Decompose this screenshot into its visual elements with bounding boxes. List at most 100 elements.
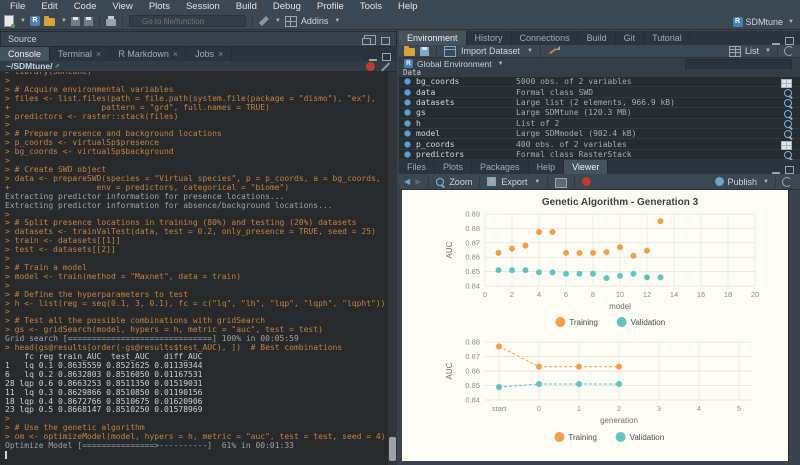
- list-view-icon[interactable]: [729, 46, 741, 57]
- stop-icon[interactable]: [366, 62, 375, 71]
- console-scrollbar[interactable]: [388, 72, 397, 465]
- clear-objects-icon[interactable]: [548, 45, 560, 57]
- export-button[interactable]: Export: [501, 177, 527, 187]
- refresh-plots-icon[interactable]: [782, 177, 792, 187]
- console-output[interactable]: > library(SDMtune)>> # Acquire environme…: [0, 72, 397, 465]
- console-tab-terminal[interactable]: Terminal×: [50, 47, 110, 61]
- refresh-icon[interactable]: [784, 46, 794, 56]
- files-tab-plots[interactable]: Plots: [435, 160, 472, 174]
- menu-item-tools[interactable]: Tools: [352, 0, 390, 13]
- import-dataset-icon[interactable]: [444, 46, 456, 57]
- close-icon[interactable]: ×: [96, 49, 101, 59]
- maximize-icon[interactable]: [381, 37, 390, 45]
- publish-icon[interactable]: [715, 177, 724, 186]
- view-table-icon[interactable]: [781, 79, 792, 88]
- inspect-icon[interactable]: [784, 120, 792, 128]
- publish-button[interactable]: Publish: [728, 177, 758, 187]
- env-row-data[interactable]: dataFormal class SWD: [399, 87, 800, 97]
- zoom-button[interactable]: Zoom: [449, 177, 472, 187]
- project-menu-button[interactable]: R SDMtune ▼: [733, 13, 794, 30]
- chevron-down-icon[interactable]: ▼: [527, 48, 533, 54]
- new-file-icon[interactable]: [4, 15, 14, 27]
- view-table-icon[interactable]: [781, 141, 792, 150]
- panes-layout-icon[interactable]: [285, 16, 297, 27]
- environment-scope-selector[interactable]: Global Environment: [417, 59, 492, 69]
- menu-item-file[interactable]: File: [2, 0, 33, 13]
- chevron-down-icon[interactable]: ▼: [534, 179, 540, 185]
- console-tab-r-markdown[interactable]: R Markdown×: [110, 47, 187, 61]
- save-all-icon[interactable]: [84, 17, 93, 26]
- remove-plot-icon[interactable]: [555, 178, 567, 188]
- menu-item-profile[interactable]: Profile: [309, 0, 352, 13]
- next-plot-icon[interactable]: ▶: [415, 175, 421, 189]
- environment-tab-connections[interactable]: Connections: [512, 31, 579, 45]
- maximize-icon[interactable]: [785, 166, 794, 174]
- files-tab-help[interactable]: Help: [529, 160, 565, 174]
- menu-item-view[interactable]: View: [104, 0, 140, 13]
- scrollbar-thumb[interactable]: [389, 437, 396, 461]
- console-tab-console[interactable]: Console: [0, 47, 50, 61]
- environment-tab-build[interactable]: Build: [579, 31, 616, 45]
- env-row-predictors[interactable]: predictorsFormal class RasterStack: [399, 150, 800, 160]
- files-tab-packages[interactable]: Packages: [472, 160, 529, 174]
- inspect-icon[interactable]: [784, 130, 792, 138]
- addins-button[interactable]: Addins: [301, 16, 329, 26]
- clear-all-plots-icon[interactable]: [582, 177, 591, 186]
- chevron-down-icon[interactable]: ▼: [61, 18, 67, 24]
- clear-console-icon[interactable]: [380, 61, 391, 72]
- chevron-down-icon[interactable]: ▼: [763, 179, 769, 185]
- goto-file-input[interactable]: [129, 15, 246, 27]
- environment-tab-environment[interactable]: Environment: [399, 31, 467, 45]
- menu-item-edit[interactable]: Edit: [33, 0, 65, 13]
- env-row-h[interactable]: hList of 2: [399, 119, 800, 129]
- environment-tab-history[interactable]: History: [467, 31, 512, 45]
- chevron-down-icon[interactable]: ▼: [20, 18, 26, 24]
- svg-text:start: start: [492, 404, 508, 413]
- environment-tab-tutorial[interactable]: Tutorial: [644, 31, 691, 45]
- chevron-down-icon[interactable]: ▼: [334, 18, 340, 24]
- list-view-button[interactable]: List: [745, 46, 759, 56]
- chevron-down-icon[interactable]: ▼: [765, 48, 771, 54]
- chevron-down-icon[interactable]: ▼: [275, 18, 281, 24]
- inspect-icon[interactable]: [784, 99, 792, 107]
- menu-item-debug[interactable]: Debug: [265, 0, 309, 13]
- files-tab-files[interactable]: Files: [399, 160, 435, 174]
- env-row-p-coords[interactable]: p_coords400 obs. of 2 variables: [399, 139, 800, 149]
- previous-plot-icon[interactable]: ◀: [404, 175, 410, 189]
- env-row-bg-coords[interactable]: bg_coords5000 obs. of 2 variables: [399, 77, 800, 87]
- env-row-model[interactable]: modelLarge SDMmodel (902.4 kB): [399, 129, 800, 139]
- chevron-down-icon[interactable]: ▼: [498, 61, 504, 67]
- menu-item-help[interactable]: Help: [390, 0, 426, 13]
- env-row-datasets[interactable]: datasetsLarge list (2 elements, 966.9 kB…: [399, 98, 800, 108]
- menu-item-plots[interactable]: Plots: [141, 0, 178, 13]
- new-project-icon[interactable]: R: [30, 16, 40, 26]
- popout-icon[interactable]: [364, 35, 376, 45]
- open-in-files-icon[interactable]: ⇗: [55, 63, 60, 70]
- svg-text:2: 2: [510, 290, 514, 299]
- maximize-icon[interactable]: [785, 37, 794, 45]
- divider: [252, 16, 253, 27]
- menu-item-code[interactable]: Code: [66, 0, 105, 13]
- load-workspace-icon[interactable]: [404, 48, 415, 56]
- menu-item-session[interactable]: Session: [178, 0, 228, 13]
- close-icon[interactable]: ×: [173, 49, 178, 59]
- save-icon[interactable]: [71, 17, 80, 26]
- object-icon: [404, 88, 411, 95]
- inspect-icon[interactable]: [784, 89, 792, 97]
- env-row-gs[interactable]: gsLarge SDMtune (120.3 MB): [399, 108, 800, 118]
- save-workspace-icon[interactable]: [420, 47, 429, 56]
- inspect-icon[interactable]: [784, 110, 792, 118]
- files-tab-viewer[interactable]: Viewer: [564, 160, 608, 174]
- close-icon[interactable]: ×: [218, 49, 223, 59]
- menu-item-build[interactable]: Build: [228, 0, 265, 13]
- zoom-plot-icon[interactable]: [436, 178, 444, 186]
- inspect-icon[interactable]: [784, 151, 792, 159]
- console-tab-jobs[interactable]: Jobs×: [187, 47, 232, 61]
- open-file-icon[interactable]: [44, 18, 55, 26]
- import-dataset-button[interactable]: Import Dataset: [461, 46, 520, 56]
- source-pane-header[interactable]: Source: [0, 31, 397, 47]
- export-plot-icon[interactable]: [487, 177, 496, 186]
- environment-tab-git[interactable]: Git: [616, 31, 645, 45]
- print-icon[interactable]: [106, 19, 116, 26]
- tools-icon[interactable]: [259, 16, 269, 26]
